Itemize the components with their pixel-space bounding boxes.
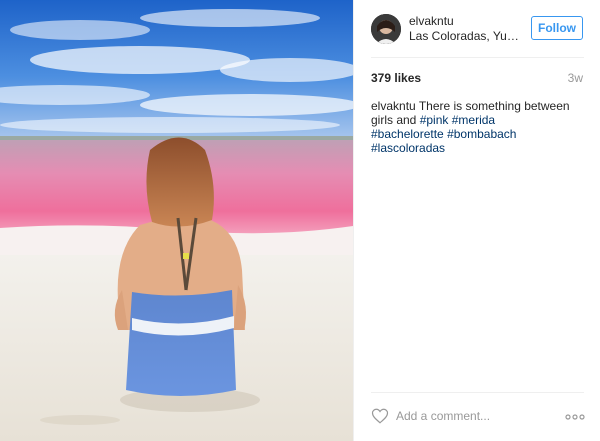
hashtag-link[interactable]: #lascoloradas [371,141,445,155]
heart-icon[interactable] [371,407,389,425]
divider [371,392,584,393]
hashtag-link[interactable]: #bachelorette [371,127,444,141]
post-caption: elvakntu There is something between girl… [371,99,571,155]
hashtag-link[interactable]: #pink [420,113,449,127]
hashtag-link[interactable]: #merida [452,113,495,127]
post-header: elvakntu Las Coloradas, Yucat... Follow [354,0,600,57]
comment-input[interactable] [396,407,546,425]
avatar-image [371,14,401,44]
caption-username[interactable]: elvakntu [371,99,416,113]
post-username[interactable]: elvakntu [409,14,454,28]
beach-lagoon-photo [0,0,353,441]
follow-button[interactable]: Follow [531,16,583,40]
post-details-panel: elvakntu Las Coloradas, Yucat... Follow … [353,0,600,441]
post-location[interactable]: Las Coloradas, Yucat... [409,29,521,43]
hashtag-link[interactable]: #bombabach [447,127,516,141]
post-age[interactable]: 3w [568,71,583,85]
divider [371,57,584,58]
avatar[interactable] [371,14,401,44]
likes-count[interactable]: 379 likes [371,71,421,85]
more-options-icon[interactable] [564,410,586,422]
post-photo[interactable] [0,0,353,441]
